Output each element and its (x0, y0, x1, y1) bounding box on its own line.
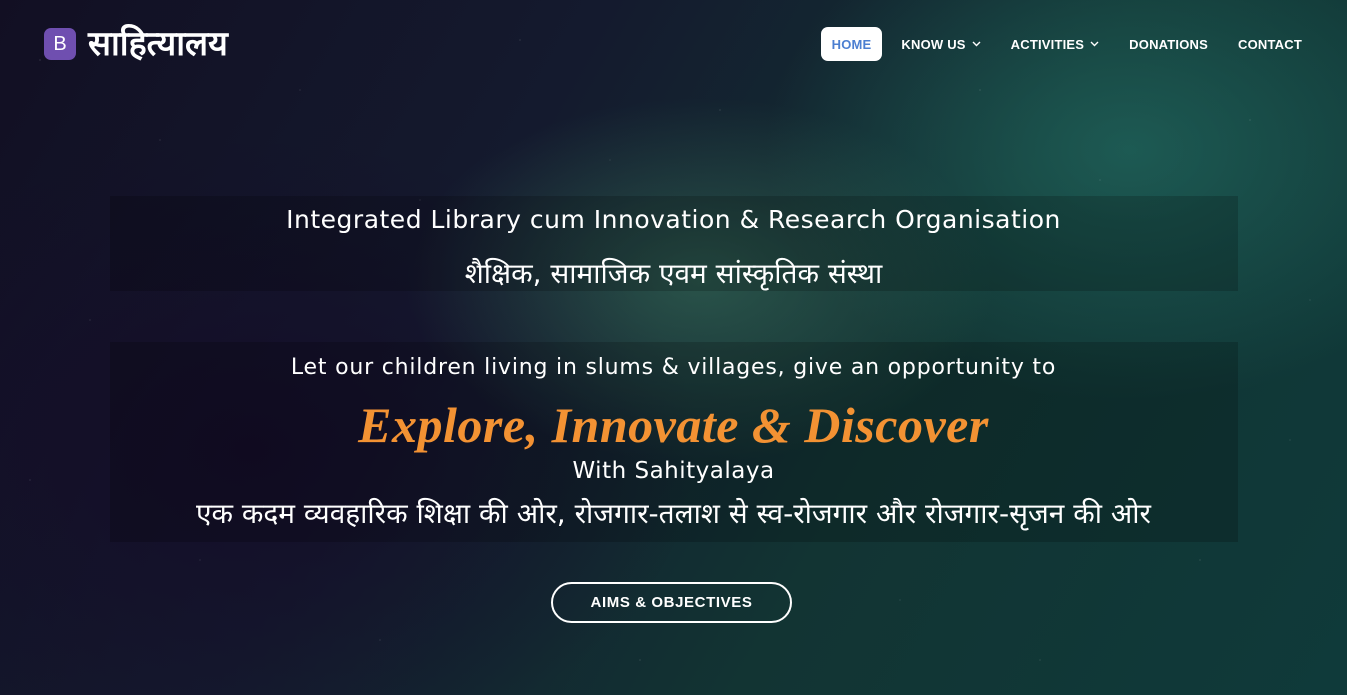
nav-item-label: CONTACT (1238, 36, 1302, 52)
nav-item-label: DONATIONS (1129, 36, 1209, 52)
hero-with-sahityalaya: With Sahityalaya (572, 458, 775, 484)
nav-item-donations[interactable]: DONATIONS (1118, 27, 1219, 61)
brand-logo-icon: B (44, 28, 76, 60)
nav-item-activities[interactable]: ACTIVITIES (1000, 27, 1111, 61)
chevron-down-icon (1090, 39, 1099, 50)
brand-name: साहित्यालय (88, 24, 228, 64)
hero-tagline-english: Integrated Library cum Innovation & Rese… (286, 205, 1061, 234)
aims-objectives-button[interactable]: AIMS & OBJECTIVES (551, 582, 792, 623)
brand-link[interactable]: B साहित्यालय (44, 24, 228, 64)
nav-item-label: ACTIVITIES (1010, 36, 1085, 52)
hero-headline: Explore, Innovate & Discover (358, 397, 989, 453)
nav-item-home[interactable]: HOME (820, 27, 883, 61)
chevron-down-icon (972, 39, 981, 50)
nav-item-know-us[interactable]: KNOW US (890, 27, 991, 61)
hero-slogan-hindi: एक कदम व्यवहारिक शिक्षा की ओर, रोजगार-तल… (196, 497, 1151, 530)
hero-tagline-hindi: शैक्षिक, सामाजिक एवम सांस्कृतिक संस्था (464, 257, 883, 290)
navbar: B साहित्यालय HOME KNOW US ACTIVITIES DON… (0, 0, 1347, 90)
nav-menu: HOME KNOW US ACTIVITIES DONATIONS CONTAC… (813, 27, 1313, 61)
nav-item-contact[interactable]: CONTACT (1227, 27, 1313, 61)
nav-item-label: KNOW US (901, 36, 966, 52)
nav-item-label: HOME (831, 36, 872, 52)
hero-mission-text: Let our children living in slums & villa… (290, 355, 1057, 380)
